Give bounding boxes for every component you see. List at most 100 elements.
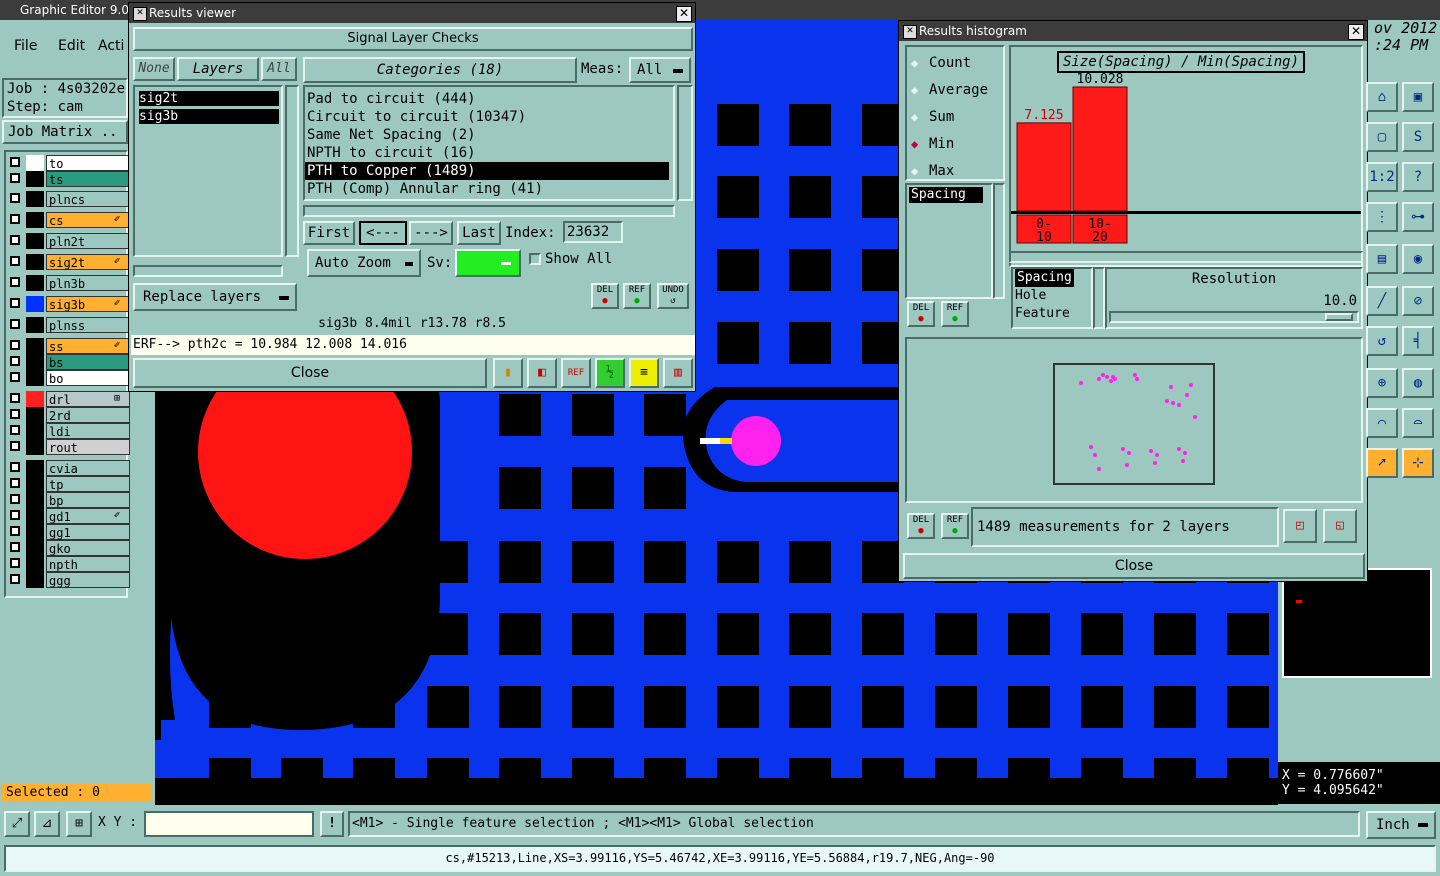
mode-radio-average[interactable]: ◆ Average <box>911 80 988 100</box>
measure-listbox[interactable]: Spacing <box>905 183 993 299</box>
menu-edit[interactable]: Edit <box>58 38 85 54</box>
category-item[interactable]: Circuit to circuit (10347) <box>305 108 669 126</box>
connect-icon[interactable]: ⊹ <box>1402 448 1434 478</box>
layer-name[interactable]: 2rd <box>46 407 130 423</box>
layer-checkbox[interactable] <box>10 574 20 584</box>
layer-row-gg1[interactable]: gg1 <box>8 524 130 540</box>
layer-color-swatch[interactable] <box>26 171 44 187</box>
layer-checkbox[interactable] <box>10 409 20 419</box>
node-icon[interactable]: ⊘ <box>1402 286 1434 316</box>
replace-layers-dropdown[interactable]: Replace layers <box>133 283 297 311</box>
zoom-fit-icon[interactable]: ⤢ <box>4 811 30 837</box>
category-item[interactable]: PTH (Comp) Annular ring (41) <box>305 180 669 198</box>
layer-checkbox[interactable] <box>10 372 20 382</box>
results-close-button[interactable]: Close <box>133 358 487 388</box>
arc-icon[interactable]: ⌒ <box>1366 408 1398 438</box>
layer-row-plncs[interactable]: plncs <box>8 191 130 207</box>
meas-dropdown[interactable]: All <box>629 57 691 83</box>
layer-checkbox[interactable] <box>10 356 20 366</box>
layer-checkbox[interactable] <box>10 193 20 203</box>
layer-name[interactable]: bp <box>46 492 130 508</box>
layer-row-ss[interactable]: ss ✐ <box>8 338 130 354</box>
layer-checkbox[interactable] <box>10 298 20 308</box>
layer-checkbox[interactable] <box>10 425 20 435</box>
layer-checkbox[interactable] <box>10 526 20 536</box>
close-icon[interactable]: ✕ <box>1348 24 1364 40</box>
chart-zoom-icon[interactable]: ◱ <box>1323 509 1357 543</box>
mode-radio-sum[interactable]: ◆ Sum <box>911 107 954 127</box>
auto-zoom-dropdown[interactable]: Auto Zoom <box>307 249 421 277</box>
window-menu-icon[interactable]: ✕ <box>903 25 917 39</box>
layer-name[interactable]: plncs <box>46 191 130 207</box>
layer-row-cvia[interactable]: cvia <box>8 460 130 476</box>
target-icon[interactable]: ◉ <box>1402 244 1434 274</box>
preview-del-button[interactable]: DEL ● <box>907 513 935 539</box>
layer-name[interactable]: ldi <box>46 423 130 439</box>
categories-scrollbar[interactable] <box>677 85 693 201</box>
layer-color-swatch[interactable] <box>26 338 44 354</box>
split-icon[interactable]: ╡ <box>1402 326 1434 356</box>
layer-color-swatch[interactable] <box>26 492 44 508</box>
layer-row-drl[interactable]: drl ⊞ <box>8 391 130 407</box>
layer-name[interactable]: gko <box>46 540 130 556</box>
layer-color-swatch[interactable] <box>26 391 44 407</box>
type-scrollbar[interactable] <box>1093 267 1105 329</box>
rect-icon[interactable]: ▢ <box>1366 122 1398 152</box>
layer-color-swatch[interactable] <box>26 155 44 171</box>
layer-row-tp[interactable]: tp <box>8 476 130 492</box>
layer-color-swatch[interactable] <box>26 423 44 439</box>
layer-color-swatch[interactable] <box>26 370 44 386</box>
layer-name[interactable]: npth <box>46 556 130 572</box>
layer-color-swatch[interactable] <box>26 191 44 207</box>
layers-hscrollbar[interactable] <box>133 265 283 277</box>
curve-icon[interactable]: S <box>1402 122 1434 152</box>
menu-file[interactable]: File <box>14 38 37 54</box>
layer-name[interactable]: cvia <box>46 460 130 476</box>
last-button[interactable]: Last <box>457 221 501 245</box>
layer-row-ggg[interactable]: ggg <box>8 572 130 588</box>
align-icon[interactable]: ⋮ <box>1366 202 1398 232</box>
none-button[interactable]: None <box>133 57 175 81</box>
help-icon[interactable]: ? <box>1402 162 1434 192</box>
window-icon[interactable]: ▣ <box>1402 82 1434 112</box>
layer-checkbox[interactable] <box>10 256 20 266</box>
layer-row-npth[interactable]: npth <box>8 556 130 572</box>
layer-name[interactable]: bs <box>46 354 130 370</box>
type-item-selected[interactable]: Spacing <box>1015 269 1074 287</box>
home-icon[interactable]: ⌂ <box>1366 82 1398 112</box>
window-menu-icon[interactable]: ✕ <box>133 7 147 21</box>
sv-color-dropdown[interactable] <box>455 249 521 277</box>
job-matrix-button[interactable]: Job Matrix .. <box>2 120 128 144</box>
del-button[interactable]: DEL ● <box>591 283 619 309</box>
type-listbox[interactable]: Spacing Hole Feature <box>1011 267 1093 329</box>
layer-checkbox[interactable] <box>10 214 20 224</box>
resolution-slider[interactable] <box>1109 311 1359 323</box>
categories-header[interactable]: Categories (18) <box>303 57 577 83</box>
layer-row-sig2t[interactable]: sig2t ✐ <box>8 254 130 270</box>
layer-color-swatch[interactable] <box>26 508 44 524</box>
layer-row-gko[interactable]: gko <box>8 540 130 556</box>
layers-listbox[interactable]: sig2t sig3b <box>133 85 283 257</box>
preview-ref-button[interactable]: REF ● <box>941 513 969 539</box>
layer-name[interactable]: pln3b <box>46 275 130 291</box>
menu-actions[interactable]: Acti <box>98 38 124 54</box>
mode-radio-max[interactable]: ◆ Max <box>911 161 954 181</box>
line-icon[interactable]: ╱ <box>1366 286 1398 316</box>
layer-color-swatch[interactable] <box>26 354 44 370</box>
layer-checkbox[interactable] <box>10 340 20 350</box>
layer-row-ldi[interactable]: ldi <box>8 423 130 439</box>
layer-name[interactable]: to <box>46 155 130 171</box>
layer-checkbox[interactable] <box>10 393 20 403</box>
slider-thumb[interactable] <box>1325 313 1353 321</box>
layer-checkbox[interactable] <box>10 558 20 568</box>
layer-checkbox[interactable] <box>10 277 20 287</box>
layer-checkbox[interactable] <box>10 157 20 167</box>
report-icon[interactable]: ≡ <box>629 358 659 388</box>
mode-radio-min[interactable]: ◆ Min <box>911 134 954 154</box>
prev-button[interactable]: <--- <box>359 221 407 245</box>
layer-color-swatch[interactable] <box>26 439 44 455</box>
layer-color-swatch[interactable] <box>26 524 44 540</box>
layer-row-bp[interactable]: bp <box>8 492 130 508</box>
layer-color-swatch[interactable] <box>26 317 44 333</box>
layer-color-swatch[interactable] <box>26 407 44 423</box>
